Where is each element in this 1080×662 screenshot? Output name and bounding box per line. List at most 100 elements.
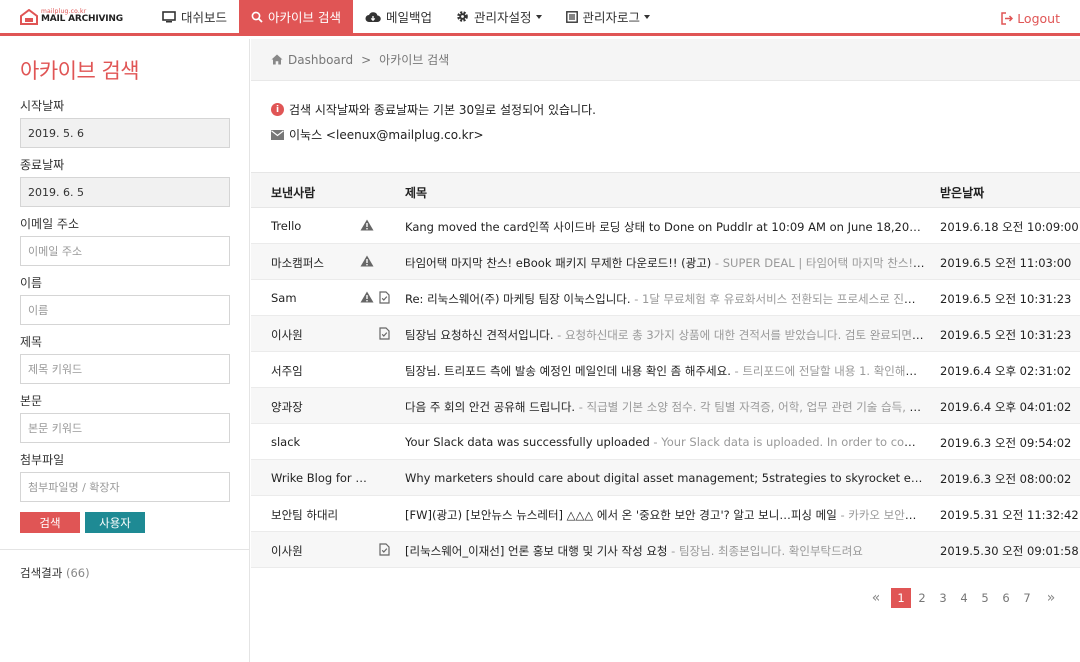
brand-big-text: MAIL ARCHIVING — [41, 14, 123, 24]
warning-icon — [360, 291, 374, 306]
row-date: 2019.6.5 오전 10:31:23 — [940, 328, 1072, 342]
top-navigation-bar: mailplug.co.kr MAIL ARCHIVING 대쉬보드 아카이브 … — [0, 0, 1080, 36]
pagination-page[interactable]: 1 — [891, 588, 911, 608]
nav-dashboard[interactable]: 대쉬보드 — [150, 0, 239, 33]
account-info: 이눅스 <leenux@mailplug.co.kr> — [271, 126, 484, 143]
brand-logo[interactable]: mailplug.co.kr MAIL ARCHIVING — [0, 0, 150, 33]
end-date-input[interactable] — [20, 177, 230, 207]
table-row[interactable]: 양과장 다음 주 회의 안건 공유해 드립니다. - 직급별 기본 소양 점수. … — [251, 388, 1080, 424]
row-preview: - 카카오 보안경고 메일로 위장한 — [840, 508, 925, 522]
pagination: « 1234567 » — [865, 588, 1061, 608]
row-preview: - 직급별 기본 소양 점수. 각 팀별 자격증, 어학, 업무 관련 기술 습… — [578, 400, 925, 414]
row-date: 2019.5.31 오전 11:32:42 — [940, 508, 1079, 522]
header-date[interactable]: 받은날짜 — [940, 184, 984, 201]
name-input[interactable] — [20, 295, 230, 325]
nav-archive-search[interactable]: 아카이브 검색 — [239, 0, 353, 33]
logout-icon — [1001, 11, 1014, 25]
chevron-down-icon — [644, 14, 651, 19]
row-preview: - 요청하신대로 총 3가지 상품에 대한 견적서를 받았습니다. 검토 완료되… — [557, 328, 925, 342]
pagination-page[interactable]: 3 — [933, 588, 953, 608]
row-flags — [359, 363, 395, 377]
attachment-input[interactable] — [20, 472, 230, 502]
attachment-icon — [379, 291, 390, 307]
breadcrumb-home[interactable]: Dashboard — [288, 53, 353, 67]
row-flags — [359, 399, 395, 413]
row-preview: - SUPER DEAL | 타임어택 마지막 찬스! eBook 패키지 — [714, 256, 925, 270]
user-button[interactable]: 사용자 — [85, 512, 145, 533]
search-button[interactable]: 검색 — [20, 512, 80, 533]
body-label: 본문 — [20, 394, 43, 408]
row-date: 2019.6.18 오전 10:09:00 — [940, 220, 1079, 234]
table-row[interactable]: slack Your Slack data was successfully up… — [251, 424, 1080, 460]
pagination-page[interactable]: 4 — [954, 588, 974, 608]
row-subject: 타임어택 마지막 찬스! eBook 패키지 무제한 다운로드!! (광고) -… — [405, 255, 925, 271]
row-date: 2019.6.5 오전 10:31:23 — [940, 292, 1072, 306]
row-subject: [FW](광고) [보안뉴스 뉴스레터] △△△ 에서 온 '중요한 보안 경고… — [405, 507, 925, 523]
warning-icon — [360, 219, 374, 234]
pagination-page[interactable]: 6 — [996, 588, 1016, 608]
nav-admin-log[interactable]: 관리자로그 — [554, 0, 663, 33]
row-flags — [359, 255, 395, 269]
result-count: 검색결과 (66) — [20, 565, 90, 581]
row-subject-text: Kang moved the card인쪽 사이드바 로딩 상태 to Done… — [405, 220, 924, 234]
row-sender: Wrike Blog for Br... — [271, 471, 367, 485]
table-row[interactable]: Sam Re: 리눅스웨어(주) 마케팅 팀장 이눅스입니다. - 1달 무료체험… — [251, 280, 1080, 316]
main-content: Dashboard > 아카이브 검색 i 검색 시작날짜와 종료날짜는 기본 … — [251, 39, 1080, 662]
header-subject[interactable]: 제목 — [405, 184, 427, 201]
nav-admin-settings[interactable]: 관리자설정 — [444, 0, 554, 33]
nav-mail-backup-label: 메일백업 — [386, 10, 433, 25]
gear-icon — [457, 11, 468, 22]
row-preview: - 1달 무료체험 후 유료화서비스 전환되는 프로세스로 진행되고 있습니다 — [634, 292, 925, 306]
pagination-prev[interactable]: « — [866, 588, 886, 608]
envelope-icon — [271, 129, 284, 140]
pagination-page[interactable]: 2 — [912, 588, 932, 608]
list-icon — [565, 10, 578, 23]
row-subject-text: [리눅스웨어_이재선] 언론 홍보 대행 및 기사 작성 요청 — [405, 544, 668, 558]
body-input[interactable] — [20, 413, 230, 443]
nav-admin-log-label: 관리자로그 — [582, 10, 641, 25]
header-sender[interactable]: 보낸사람 — [271, 184, 315, 201]
pagination-page[interactable]: 5 — [975, 588, 995, 608]
table-row[interactable]: Wrike Blog for Br... Why marketers should… — [251, 460, 1080, 496]
row-subject-text: Re: 리눅스웨어(주) 마케팅 팀장 이눅스입니다. — [405, 292, 631, 306]
row-flags — [359, 543, 395, 557]
attachment-icon — [379, 327, 390, 343]
row-sender: 보안팀 하대리 — [271, 508, 339, 522]
search-icon — [251, 11, 263, 23]
table-row[interactable]: Trello Kang moved the card인쪽 사이드바 로딩 상태 t… — [251, 208, 1080, 244]
row-date: 2019.6.3 오전 09:54:02 — [940, 436, 1072, 450]
row-date: 2019.6.5 오전 11:03:00 — [940, 256, 1072, 270]
row-subject: [리눅스웨어_이재선] 언론 홍보 대행 및 기사 작성 요청 - 팀장님. 최… — [405, 543, 925, 559]
row-preview: - 트리포드에 전달할 내용 1. 확인해본 결과 금년도 — [734, 364, 925, 378]
row-subject-text: 다음 주 회의 안건 공유해 드립니다. — [405, 400, 576, 414]
row-subject: Kang moved the card인쪽 사이드바 로딩 상태 to Done… — [405, 219, 925, 235]
row-date: 2019.6.3 오전 08:00:02 — [940, 472, 1072, 486]
info-notice-text: 검색 시작날짜와 종료날짜는 기본 30일로 설정되어 있습니다. — [289, 103, 596, 117]
email-label: 이메일 주소 — [20, 217, 80, 231]
attachment-label: 첨부파일 — [20, 453, 65, 467]
subject-input[interactable] — [20, 354, 230, 384]
result-count-number: (66) — [65, 566, 90, 580]
table-row[interactable]: 보안팀 하대리 [FW](광고) [보안뉴스 뉴스레터] △△△ 에서 온 '중요… — [251, 496, 1080, 532]
start-date-input[interactable] — [20, 118, 230, 148]
home-icon — [271, 54, 283, 65]
nav-dashboard-label: 대쉬보드 — [181, 10, 228, 25]
sidebar-divider — [0, 549, 250, 550]
table-row[interactable]: 이사원 팀장님 요청하신 견적서입니다. - 요청하신대로 총 3가지 상품에 대… — [251, 316, 1080, 352]
mail-table: 보낸사람 제목 받은날짜 Trello Kang moved the card인쪽… — [251, 172, 1080, 568]
row-subject-text: [FW](광고) [보안뉴스 뉴스레터] △△△ 에서 온 '중요한 보안 경고… — [405, 508, 837, 522]
table-row[interactable]: 이사원 [리눅스웨어_이재선] 언론 홍보 대행 및 기사 작성 요청 - 팀장님… — [251, 532, 1080, 568]
email-input[interactable] — [20, 236, 230, 266]
table-row[interactable]: 마소캠퍼스 타임어택 마지막 찬스! eBook 패키지 무제한 다운로드!! (… — [251, 244, 1080, 280]
pagination-page[interactable]: 7 — [1017, 588, 1037, 608]
table-row[interactable]: 서주임 팀장님. 트리포드 측에 발송 예정인 메일인데 내용 확인 좀 해주세요… — [251, 352, 1080, 388]
pagination-next[interactable]: » — [1041, 588, 1061, 608]
nav-mail-backup[interactable]: 메일백업 — [353, 0, 444, 33]
row-sender: 이사원 — [271, 544, 303, 558]
row-subject-text: 팀장님 요청하신 견적서입니다. — [405, 328, 554, 342]
row-preview: - Here's what changed in your boards — [924, 220, 925, 234]
logout-button[interactable]: Logout — [1001, 0, 1060, 36]
row-subject-text: Why marketers should care about digital … — [405, 471, 925, 485]
nav-admin-settings-label: 관리자설정 — [474, 10, 532, 25]
result-count-label: 검색결과 — [20, 566, 63, 580]
